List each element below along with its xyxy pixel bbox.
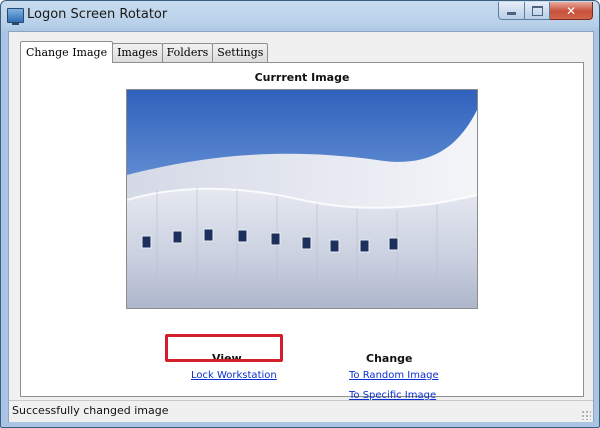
tab-strip: Change Image Images Folders Settings bbox=[20, 40, 269, 63]
tab-folders[interactable]: Folders bbox=[161, 43, 214, 62]
window-title: Logon Screen Rotator bbox=[27, 7, 168, 22]
minimize-button[interactable] bbox=[498, 2, 525, 20]
current-image-preview bbox=[126, 89, 478, 309]
random-image-link[interactable]: To Random Image bbox=[349, 370, 439, 381]
tab-change-image[interactable]: Change Image bbox=[20, 41, 114, 63]
tab-settings[interactable]: Settings bbox=[212, 43, 269, 62]
title-bar[interactable]: Logon Screen Rotator ✕ bbox=[1, 1, 599, 31]
highlight-box bbox=[165, 334, 283, 362]
close-icon: ✕ bbox=[565, 3, 577, 18]
tab-panel-change-image: Currrent Image View Change Lock Workstat… bbox=[20, 62, 584, 401]
window-controls: ✕ bbox=[498, 2, 593, 20]
minimize-icon bbox=[507, 12, 516, 15]
maximize-icon bbox=[531, 5, 543, 16]
monitor-icon bbox=[7, 8, 24, 25]
resize-grip-icon[interactable] bbox=[581, 410, 591, 420]
change-heading: Change bbox=[366, 352, 413, 365]
close-button[interactable]: ✕ bbox=[550, 2, 593, 20]
lock-workstation-link[interactable]: Lock Workstation bbox=[191, 370, 277, 381]
maximize-button[interactable] bbox=[525, 2, 550, 20]
status-bar: Successfully changed image bbox=[9, 400, 593, 422]
app-window: Logon Screen Rotator ✕ Change Image Imag… bbox=[0, 0, 600, 428]
client-area: Change Image Images Folders Settings Cur… bbox=[8, 31, 594, 422]
tab-images[interactable]: Images bbox=[112, 43, 163, 62]
status-text: Successfully changed image bbox=[12, 404, 169, 417]
building-photo bbox=[127, 90, 477, 308]
current-image-title: Currrent Image bbox=[254, 71, 350, 84]
